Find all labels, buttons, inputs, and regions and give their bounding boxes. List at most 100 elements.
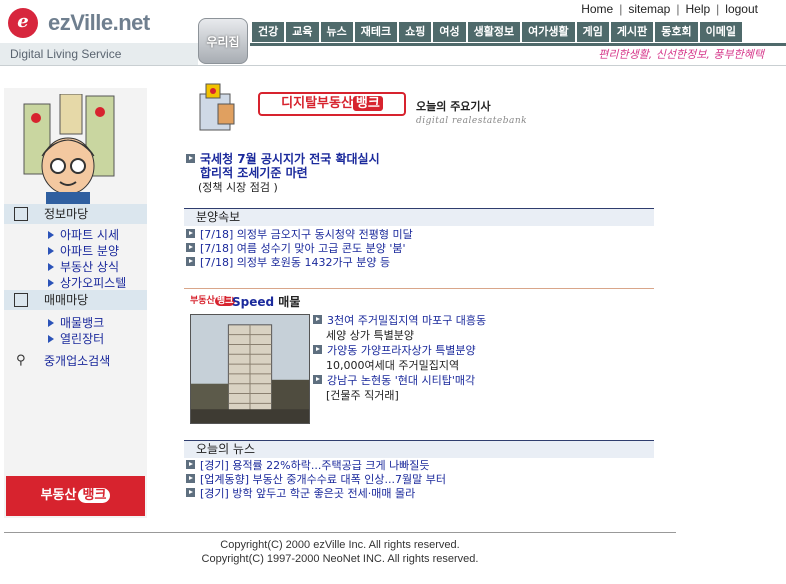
sitemap-link[interactable]: sitemap [628, 2, 670, 16]
list-item-text: [7/18] 여름 성수기 맞아 고급 콘도 분양 '붐' [200, 242, 406, 255]
logout-link[interactable]: logout [725, 2, 758, 16]
bank-logo-text: 부동산 [190, 296, 215, 306]
sidebar-item-realestate-tips[interactable]: 부동산 상식 [48, 259, 126, 275]
today-news-header: 오늘의 뉴스 [184, 440, 654, 458]
tab-finance[interactable]: 재테크 [354, 22, 398, 42]
list-item-text: [7/18] 의정부 호원동 1432가구 분양 등 [200, 256, 391, 269]
section-title: 매매마당 [44, 293, 89, 307]
separator: | [676, 2, 680, 16]
arrow-icon [186, 257, 195, 266]
banner-badge: 뱅크 [78, 488, 111, 503]
speed-title-prefix: Speed [232, 295, 275, 309]
listing-item[interactable]: 3천여 주거밀집지역 마포구 대흥동세양 상가 특별분양 [313, 313, 486, 343]
ezville-logo[interactable]: e ezVille.net [8, 4, 198, 44]
arrow-icon [313, 315, 322, 324]
logo-e-mark: e [8, 8, 38, 38]
sale-news-list: [7/18] 의정부 금오지구 동시청약 전평형 미달 [7/18] 여름 성수… [186, 228, 413, 270]
arrow-icon [313, 375, 322, 384]
home-link[interactable]: Home [581, 2, 613, 16]
speed-listings-header: 부동산 뱅크 Speed 매물 [184, 288, 654, 312]
speed-listings: 3천여 주거밀집지역 마포구 대흥동세양 상가 특별분양 가양동 가양프라자상가… [313, 313, 486, 403]
list-item-text: [업계동향] 부동산 중개수수료 대폭 인상...7월말 부터 [200, 473, 446, 486]
sidebar-section-trade[interactable]: 매매마당 [4, 290, 147, 310]
list-item[interactable]: [경기] 용적률 22%하락...주택공급 크게 나빠질듯 [186, 459, 446, 473]
tab-living-info[interactable]: 생활정보 [467, 22, 521, 42]
listing-title: 강남구 논현동 '현대 시티탑'매각 [327, 374, 476, 387]
list-item[interactable]: [7/18] 의정부 금오지구 동시청약 전평형 미달 [186, 228, 413, 242]
tab-email[interactable]: 이메일 [699, 22, 742, 42]
trade-menu: 매물뱅크 열린장터 [48, 315, 104, 347]
list-item-text: [경기] 용적률 22%하락...주택공급 크게 나빠질듯 [200, 459, 430, 472]
listing-subtitle: 10,000여세대 주거밀집지역 [326, 359, 460, 372]
bank-logo: 부동산 뱅크 [190, 293, 236, 306]
tab-clubs[interactable]: 동호회 [655, 22, 698, 42]
document-icon [14, 207, 28, 221]
header-divider [0, 65, 786, 66]
tab-women[interactable]: 여성 [433, 22, 466, 42]
tab-shopping[interactable]: 쇼핑 [399, 22, 432, 42]
list-item[interactable]: [7/18] 의정부 호원동 1432가구 분양 등 [186, 256, 413, 270]
arrow-icon [186, 474, 195, 483]
separator: | [619, 2, 623, 16]
banner-title: 디지탈부동산 [281, 96, 353, 111]
copyright-ezville: Copyright(C) 2000 ezVille Inc. All right… [220, 539, 460, 551]
banner-subtitle: digital realestatebank [416, 116, 528, 126]
sidebar-item-officetel[interactable]: 상가오피스텔 [48, 275, 126, 291]
arrow-icon [186, 243, 195, 252]
logo-tagline: Digital Living Service [0, 43, 198, 65]
tab-leisure[interactable]: 여가생활 [522, 22, 575, 42]
sidebar-item-apt-sale[interactable]: 아파트 분양 [48, 243, 126, 259]
top-headline[interactable]: 국세청 7월 공시지가 전국 확대실시 합리적 조세기준 마련 (정책 시장 점… [186, 152, 380, 196]
tab-education[interactable]: 교육 [286, 22, 319, 42]
list-item[interactable]: [경기] 방학 앞두고 학군 좋은곳 전세·매매 몰라 [186, 487, 446, 501]
top-nav: 건강 교육 뉴스 재테크 쇼핑 여성 생활정보 여가생활 게임 게시판 동호회 … [252, 22, 744, 42]
listing-subtitle: 세양 상가 특별분양 [326, 329, 414, 342]
building-icon [199, 83, 235, 131]
listing-item[interactable]: 강남구 논현동 '현대 시티탑'매각 [건물주 직거래] [313, 373, 486, 403]
arrow-icon [313, 345, 322, 354]
sidebar: 정보마당 아파트 시세 아파트 분양 부동산 상식 상가오피스텔 매매마당 매물… [4, 88, 147, 518]
tab-games[interactable]: 게임 [576, 22, 609, 42]
arrow-icon [186, 229, 195, 238]
mascot-illustration [23, 94, 115, 204]
tab-board[interactable]: 게시판 [610, 22, 654, 42]
banner-title-badge: 뱅크 [352, 96, 383, 111]
sidebar-item-open-market[interactable]: 열린장터 [48, 331, 104, 347]
sidebar-section-info[interactable]: 정보마당 [4, 204, 147, 224]
banner-text: 부동산 [40, 488, 77, 503]
apartment-photo[interactable] [190, 314, 310, 424]
section-banner: 디지탈부동산 뱅크 오늘의 주요기사 digital realestatebank [196, 80, 536, 138]
footer-divider [4, 532, 676, 533]
agent-search-link[interactable]: ⚲ 중개업소검색 [4, 352, 147, 370]
headline-line-1: 국세청 7월 공시지가 전국 확대실시 [200, 152, 380, 166]
today-news-list: [경기] 용적률 22%하락...주택공급 크게 나빠질듯 [업계동향] 부동산… [186, 459, 446, 501]
list-item[interactable]: [7/18] 여름 성수기 맞아 고급 콘도 분양 '붐' [186, 242, 413, 256]
slogan: 편리한생활, 신선한정보, 풍부한혜택 [598, 48, 764, 61]
my-home-button[interactable]: 우리집 [198, 18, 248, 64]
arrow-icon [186, 154, 195, 163]
speed-title: Speed 매물 [232, 293, 300, 310]
sale-news-header: 분양속보 [184, 208, 654, 226]
listing-title: 3천여 주거밀집지역 마포구 대흥동 [327, 314, 487, 327]
tab-health[interactable]: 건강 [252, 22, 285, 42]
utility-links: Home | sitemap | Help | logout [581, 2, 758, 16]
tab-news[interactable]: 뉴스 [320, 22, 353, 42]
sidebar-item-apt-price[interactable]: 아파트 시세 [48, 227, 126, 243]
listing-item[interactable]: 가양동 가양프라자상가 특별분양 10,000여세대 주거밀집지역 [313, 343, 486, 373]
arrow-icon [186, 488, 195, 497]
agent-search-label: 중개업소검색 [44, 354, 111, 368]
separator: | [716, 2, 720, 16]
building-icon [14, 293, 28, 307]
list-item-text: [7/18] 의정부 금오지구 동시청약 전평형 미달 [200, 228, 413, 241]
realestate-bank-banner[interactable]: 부동산 뱅크 [6, 476, 145, 516]
search-icon: ⚲ [16, 353, 26, 368]
sidebar-item-listing-bank[interactable]: 매물뱅크 [48, 315, 104, 331]
listing-title: 가양동 가양프라자상가 특별분양 [327, 344, 476, 357]
headline-line-3: (정책 시장 점검 ) [198, 181, 278, 194]
arrow-icon [186, 460, 195, 469]
listing-subtitle: [건물주 직거래] [326, 389, 399, 402]
help-link[interactable]: Help [685, 2, 710, 16]
list-item[interactable]: [업계동향] 부동산 중개수수료 대폭 인상...7월말 부터 [186, 473, 446, 487]
headline-line-2: 합리적 조세기준 마련 [200, 166, 308, 180]
copyright-neonet: Copyright(C) 1997-2000 NeoNet INC. All r… [201, 553, 479, 565]
